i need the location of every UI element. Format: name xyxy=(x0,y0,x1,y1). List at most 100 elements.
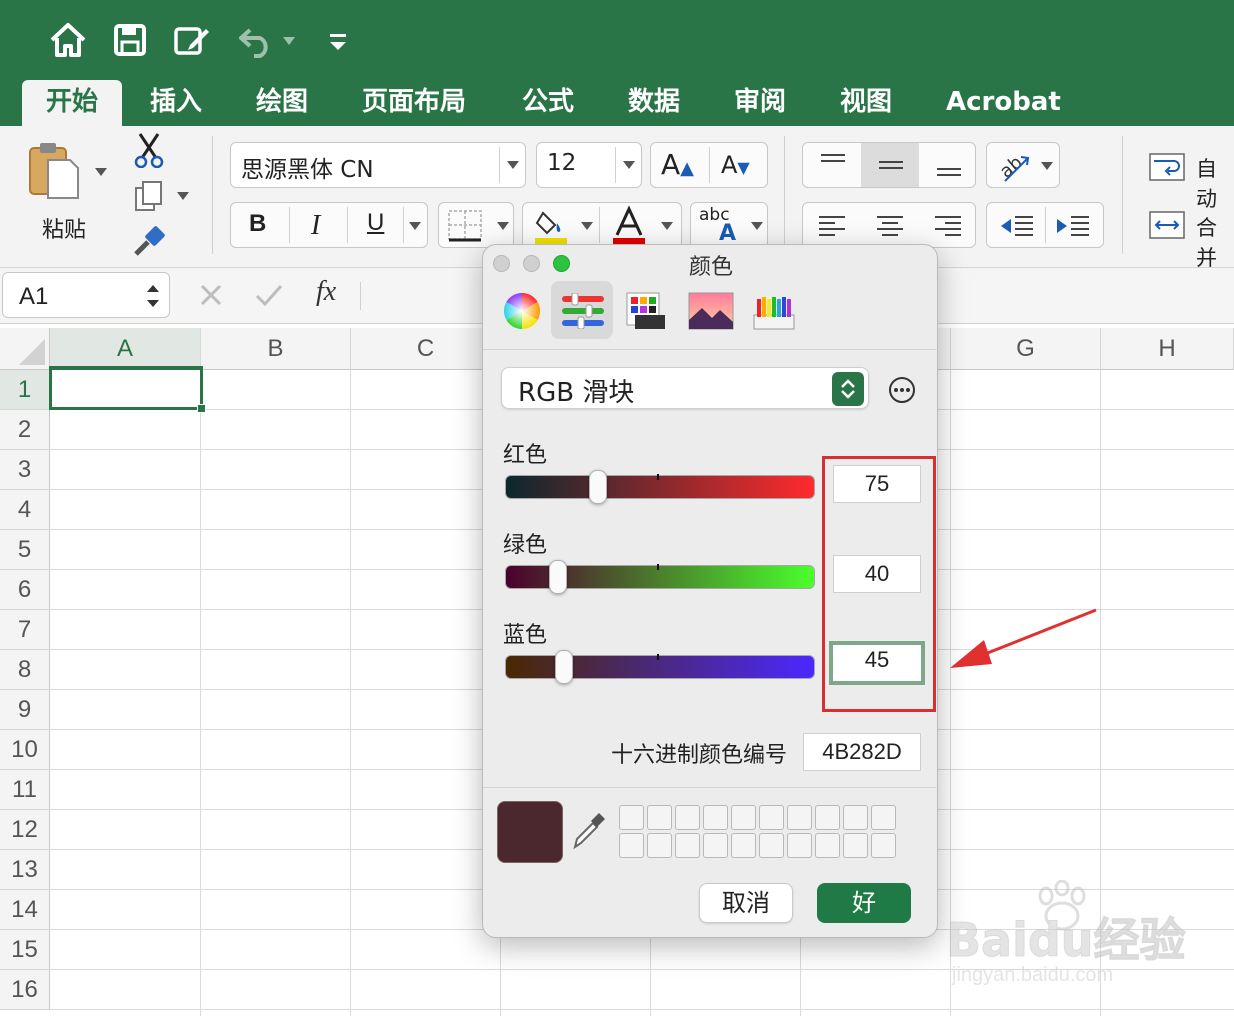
current-color-swatch[interactable] xyxy=(497,801,563,863)
red-slider-knob[interactable] xyxy=(589,470,607,504)
color-well[interactable] xyxy=(871,833,896,858)
color-well[interactable] xyxy=(787,833,812,858)
color-well[interactable] xyxy=(787,805,812,830)
row-header[interactable]: 2 xyxy=(0,410,50,450)
tab-formulas[interactable]: 公式 xyxy=(522,80,574,126)
row-header[interactable]: 15 xyxy=(0,930,50,970)
more-options-icon[interactable] xyxy=(887,375,917,405)
name-box-stepper-icon[interactable] xyxy=(145,281,161,311)
row-header[interactable]: 10 xyxy=(0,730,50,770)
image-palettes-tab[interactable] xyxy=(679,281,741,339)
fill-handle[interactable] xyxy=(197,404,206,413)
tab-view[interactable]: 视图 xyxy=(840,80,892,126)
tab-review[interactable]: 审阅 xyxy=(734,80,786,126)
decrease-indent-icon[interactable] xyxy=(999,211,1035,241)
eyedropper-icon[interactable] xyxy=(571,811,607,851)
wrap-text-label[interactable]: 自动 xyxy=(1196,153,1234,213)
phonetic-dropdown-icon[interactable] xyxy=(751,222,763,230)
increase-font-icon[interactable]: A▲ xyxy=(661,148,694,181)
tab-page-layout[interactable]: 页面布局 xyxy=(362,80,466,126)
row-header[interactable]: 12 xyxy=(0,810,50,850)
row-header[interactable]: 14 xyxy=(0,890,50,930)
selected-cell[interactable] xyxy=(49,366,203,410)
color-well[interactable] xyxy=(647,833,672,858)
green-slider-knob[interactable] xyxy=(549,560,567,594)
borders-button[interactable] xyxy=(438,202,514,248)
row-header[interactable]: 6 xyxy=(0,570,50,610)
phonetic-button[interactable]: abc A xyxy=(690,202,768,248)
tab-home[interactable]: 开始 xyxy=(22,80,123,126)
tab-acrobat[interactable]: Acrobat xyxy=(946,80,1061,126)
cancel-button[interactable]: 取消 xyxy=(699,883,793,923)
color-well[interactable] xyxy=(815,833,840,858)
column-header[interactable]: A xyxy=(50,328,201,370)
color-well[interactable] xyxy=(675,805,700,830)
ok-button[interactable]: 好 xyxy=(817,883,911,923)
borders-dropdown-icon[interactable] xyxy=(497,222,509,230)
blue-slider-knob[interactable] xyxy=(555,650,573,684)
color-well[interactable] xyxy=(843,805,868,830)
row-header[interactable]: 13 xyxy=(0,850,50,890)
row-header[interactable]: 8 xyxy=(0,650,50,690)
home-icon[interactable] xyxy=(48,20,88,60)
column-header[interactable]: B xyxy=(201,328,351,370)
row-header[interactable]: 7 xyxy=(0,610,50,650)
orientation-button[interactable]: ab xyxy=(986,142,1060,188)
column-header[interactable]: H xyxy=(1101,328,1234,370)
align-center-icon[interactable] xyxy=(875,211,905,241)
column-header[interactable]: C xyxy=(351,328,501,370)
align-middle-icon[interactable] xyxy=(877,151,905,179)
color-well[interactable] xyxy=(759,833,784,858)
paste-dropdown-icon[interactable] xyxy=(95,168,107,176)
color-well[interactable] xyxy=(815,805,840,830)
italic-button[interactable]: I xyxy=(311,210,320,242)
font-name-dropdown-icon[interactable] xyxy=(507,161,519,169)
row-header[interactable]: 5 xyxy=(0,530,50,570)
orientation-dropdown-icon[interactable] xyxy=(1041,162,1053,170)
row-header[interactable]: 1 xyxy=(0,370,50,410)
decrease-font-icon[interactable]: A▼ xyxy=(721,151,750,179)
row-header[interactable]: 11 xyxy=(0,770,50,810)
color-well[interactable] xyxy=(675,833,700,858)
copy-icon[interactable] xyxy=(134,180,164,212)
color-well[interactable] xyxy=(619,833,644,858)
color-well[interactable] xyxy=(731,805,756,830)
format-painter-icon[interactable] xyxy=(132,224,166,258)
color-well[interactable] xyxy=(703,805,728,830)
undo-dropdown-icon[interactable] xyxy=(283,37,295,45)
tab-draw[interactable]: 绘图 xyxy=(256,80,308,126)
font-name-box[interactable]: 思源黑体 CN xyxy=(230,142,526,188)
wrap-text-icon[interactable] xyxy=(1148,152,1188,182)
copy-dropdown-icon[interactable] xyxy=(177,192,189,200)
undo-icon[interactable] xyxy=(236,20,276,60)
color-well[interactable] xyxy=(647,805,672,830)
color-well[interactable] xyxy=(759,805,784,830)
fill-color-icon[interactable] xyxy=(531,205,571,245)
name-box[interactable]: A1 xyxy=(2,272,170,318)
tab-data[interactable]: 数据 xyxy=(628,80,680,126)
row-header[interactable]: 3 xyxy=(0,450,50,490)
align-left-icon[interactable] xyxy=(817,211,847,241)
pencils-tab[interactable] xyxy=(743,281,805,339)
color-sliders-tab[interactable] xyxy=(551,281,613,339)
cut-icon[interactable] xyxy=(132,132,166,168)
select-all-corner[interactable] xyxy=(0,328,50,370)
fill-color-dropdown-icon[interactable] xyxy=(581,222,593,230)
align-top-icon[interactable] xyxy=(819,151,847,179)
color-well[interactable] xyxy=(619,805,644,830)
increase-indent-icon[interactable] xyxy=(1055,211,1091,241)
row-header[interactable]: 16 xyxy=(0,970,50,1010)
merge-cells-icon[interactable] xyxy=(1148,210,1188,240)
merge-cells-label[interactable]: 合并 xyxy=(1196,212,1234,272)
hex-value-field[interactable]: 4B282D xyxy=(803,733,921,771)
edit-icon[interactable] xyxy=(172,20,212,60)
font-size-dropdown-icon[interactable] xyxy=(623,161,635,169)
color-wheel-tab[interactable] xyxy=(491,281,553,339)
row-header[interactable]: 4 xyxy=(0,490,50,530)
bold-button[interactable]: B xyxy=(249,210,266,238)
save-icon[interactable] xyxy=(110,20,150,60)
column-header[interactable]: G xyxy=(951,328,1101,370)
tab-insert[interactable]: 插入 xyxy=(150,80,202,126)
color-well[interactable] xyxy=(703,833,728,858)
paste-icon[interactable] xyxy=(26,140,82,202)
